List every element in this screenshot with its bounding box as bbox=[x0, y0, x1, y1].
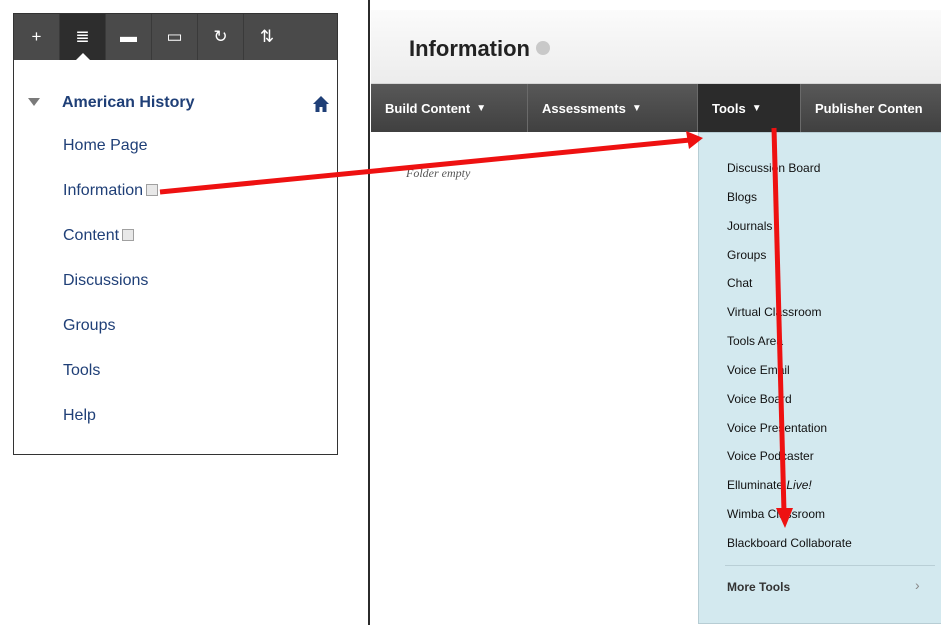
tool-elluminate-live[interactable]: Elluminate Live! bbox=[727, 478, 812, 492]
course-menu-item-help[interactable]: Help bbox=[63, 407, 96, 425]
assessments-menu[interactable]: Assessments ▼ bbox=[528, 84, 698, 132]
divider bbox=[368, 0, 370, 625]
course-menu-item-information[interactable]: Information bbox=[63, 182, 159, 200]
empty-folder-message: Folder empty bbox=[406, 166, 471, 180]
page-header: Information bbox=[371, 10, 941, 84]
collapse-caret-icon[interactable] bbox=[28, 98, 40, 106]
chevron-down-icon: ▼ bbox=[751, 102, 762, 114]
add-icon[interactable]: + bbox=[14, 14, 60, 60]
menu-item-label: Home Page bbox=[63, 137, 148, 154]
content-area: Information Build Content ▼ Assessments ▼ … bbox=[368, 0, 941, 625]
tool-journals[interactable]: Journals bbox=[727, 219, 772, 233]
page-title: Information bbox=[409, 36, 550, 62]
tab-label: Assessments bbox=[542, 100, 626, 116]
course-menu-item-content[interactable]: Content bbox=[63, 227, 135, 245]
course-menu-item-groups[interactable]: Groups bbox=[63, 317, 115, 335]
tool-blogs[interactable]: Blogs bbox=[727, 190, 757, 204]
tab-label: Build Content bbox=[385, 100, 471, 116]
course-title[interactable]: American History bbox=[62, 94, 195, 112]
hidden-flag-icon bbox=[122, 229, 135, 241]
menu-item-label: Content bbox=[63, 227, 120, 244]
sort-icon[interactable]: ⇅ bbox=[244, 14, 290, 60]
tool-voice-email[interactable]: Voice Email bbox=[727, 363, 790, 377]
home-icon[interactable] bbox=[312, 95, 330, 113]
course-menu-panel: + ≣ ▬ ▭ ↻ ⇅ American History Home Page I… bbox=[13, 13, 338, 455]
publisher-content-menu[interactable]: Publisher Conten bbox=[801, 84, 941, 132]
window-icon[interactable]: ▭ bbox=[152, 14, 198, 60]
tool-tools-area[interactable]: Tools Area bbox=[727, 334, 783, 348]
folder-view-icon[interactable]: ▬ bbox=[106, 14, 152, 60]
menu-item-label: Help bbox=[63, 407, 96, 424]
tool-voice-podcaster[interactable]: Voice Podcaster bbox=[727, 449, 814, 463]
tool-voice-board[interactable]: Voice Board bbox=[727, 392, 792, 406]
title-options-icon[interactable] bbox=[536, 41, 550, 55]
more-tools-item[interactable]: More Tools bbox=[727, 580, 790, 594]
chevron-down-icon: ▼ bbox=[476, 102, 487, 114]
course-menu-toolbar: + ≣ ▬ ▭ ↻ ⇅ bbox=[14, 14, 337, 60]
action-bar: Build Content ▼ Assessments ▼ Tools ▼ Publi… bbox=[371, 84, 941, 132]
page-title-text: Information bbox=[409, 36, 530, 61]
chevron-down-icon: ▼ bbox=[631, 102, 642, 114]
course-menu-item-discussions[interactable]: Discussions bbox=[63, 272, 148, 290]
menu-item-label: Information bbox=[63, 182, 144, 199]
tool-virtual-classroom[interactable]: Virtual Classroom bbox=[727, 305, 821, 319]
tool-groups[interactable]: Groups bbox=[727, 248, 766, 262]
tool-wimba-classroom[interactable]: Wimba Classroom bbox=[727, 507, 825, 521]
tools-dropdown: Discussion Board Blogs Journals Groups C… bbox=[698, 132, 941, 624]
build-content-menu[interactable]: Build Content ▼ bbox=[371, 84, 528, 132]
divider bbox=[725, 565, 935, 566]
chevron-right-icon: › bbox=[915, 577, 920, 593]
menu-item-label: Groups bbox=[63, 317, 116, 334]
list-view-icon[interactable]: ≣ bbox=[60, 14, 106, 60]
menu-item-label: Tools bbox=[63, 362, 101, 379]
tools-menu-button[interactable]: Tools ▼ bbox=[698, 84, 801, 132]
course-menu-item-tools[interactable]: Tools bbox=[63, 362, 100, 380]
tool-blackboard-collaborate[interactable]: Blackboard Collaborate bbox=[727, 536, 852, 550]
tab-label: Publisher Conten bbox=[815, 100, 923, 116]
menu-item-label: Discussions bbox=[63, 272, 149, 289]
course-menu-item-home-page[interactable]: Home Page bbox=[63, 137, 148, 155]
refresh-icon[interactable]: ↻ bbox=[198, 14, 244, 60]
tool-discussion-board[interactable]: Discussion Board bbox=[727, 161, 820, 175]
hidden-flag-icon bbox=[146, 184, 159, 196]
tool-voice-presentation[interactable]: Voice Presentation bbox=[727, 421, 827, 435]
course-header: American History bbox=[28, 94, 330, 116]
tool-chat[interactable]: Chat bbox=[727, 276, 752, 290]
tab-label: Tools bbox=[712, 100, 746, 116]
